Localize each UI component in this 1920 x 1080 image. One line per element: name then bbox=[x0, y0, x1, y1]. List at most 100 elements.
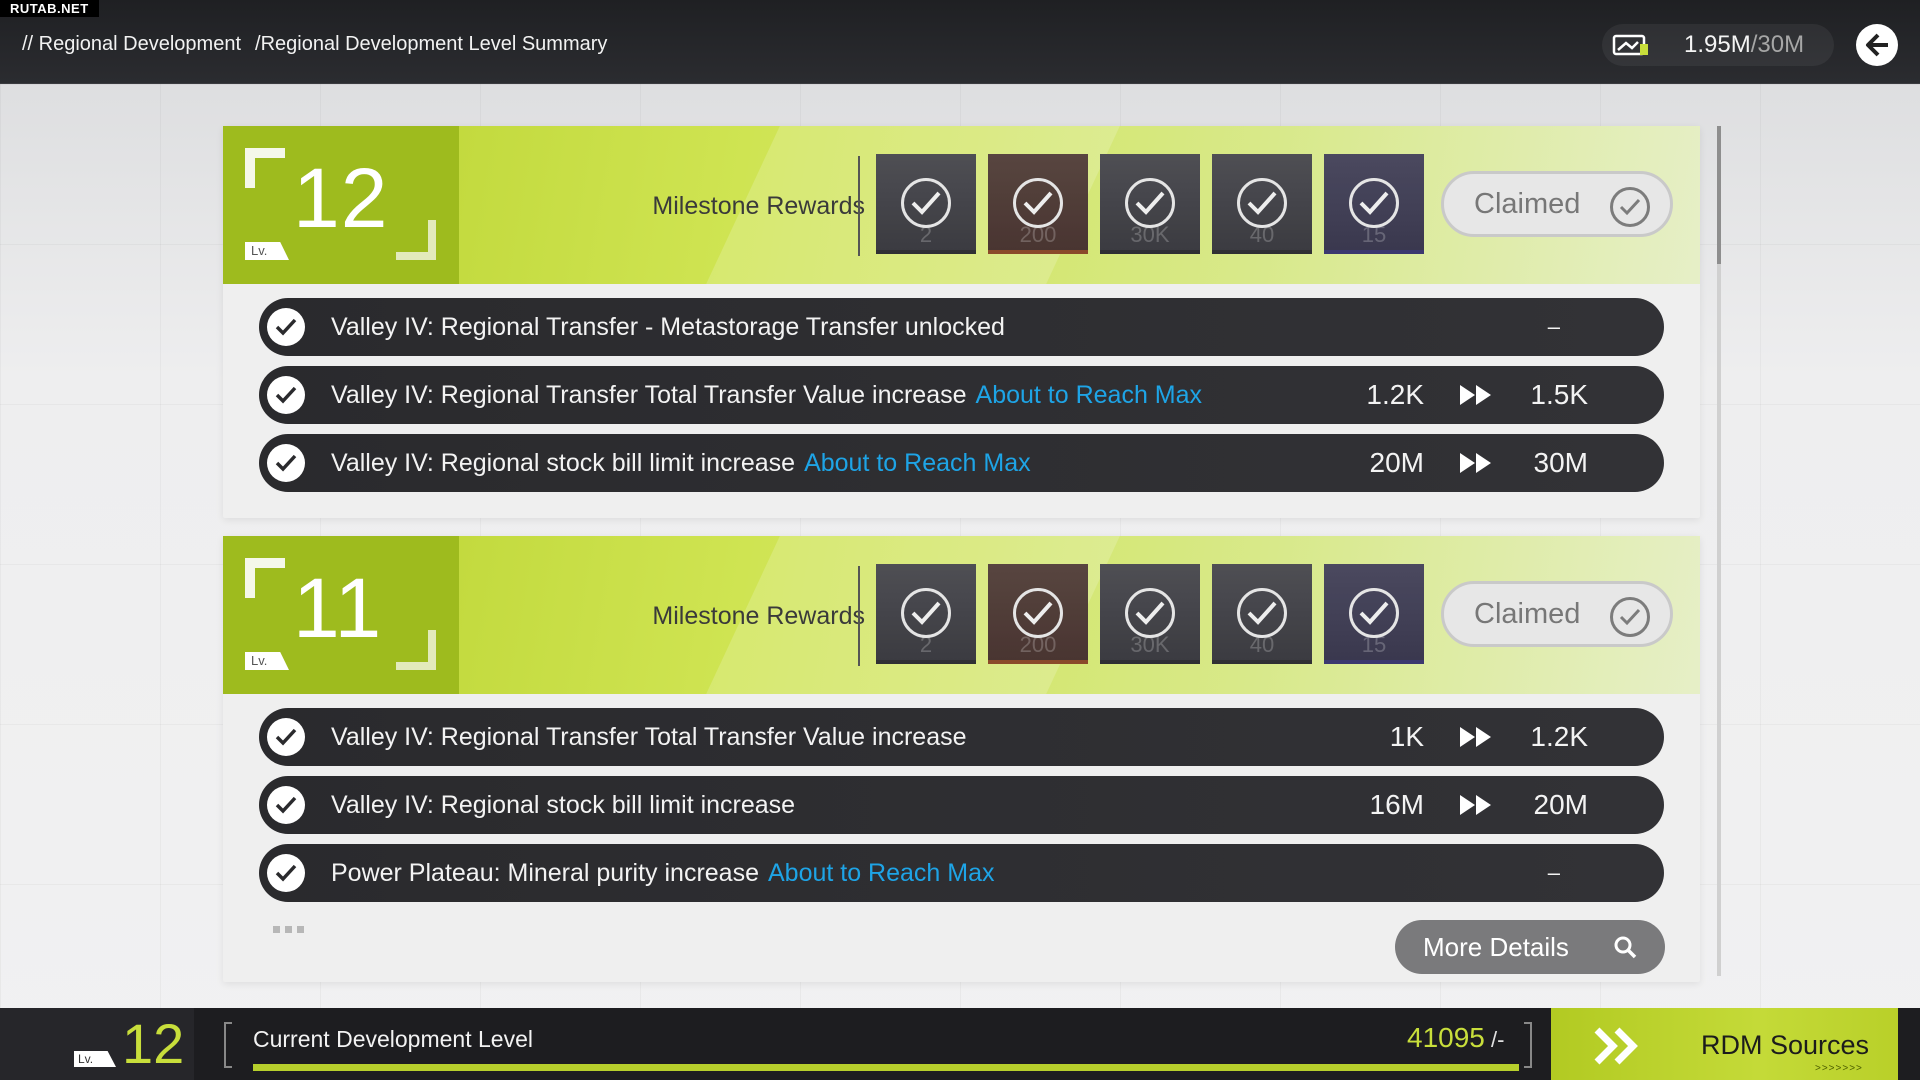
more-details-label: More Details bbox=[1423, 931, 1569, 962]
check-circle-icon bbox=[1610, 187, 1650, 227]
level-tag: Lv. bbox=[74, 1051, 116, 1067]
reward-item[interactable]: 40 bbox=[1212, 154, 1312, 254]
current-level-badge: Lv. 12 bbox=[0, 1008, 194, 1080]
stock-bill-display[interactable]: 1.95M/30M bbox=[1602, 24, 1834, 66]
bonus-to-value: 1.5K bbox=[1530, 379, 1588, 410]
breadcrumb-current: /Regional Development Level Summary bbox=[255, 33, 608, 55]
milestone-rewards: 2 200 30K 40 15 bbox=[876, 564, 1424, 664]
check-icon bbox=[267, 376, 305, 414]
max-tag: About to Reach Max bbox=[804, 448, 1031, 477]
bottom-bar: Lv. 12 Current Development Level 41095 /… bbox=[0, 1008, 1920, 1080]
bonus-from-value: 1.2K bbox=[1366, 379, 1424, 410]
reward-item[interactable]: 15 bbox=[1324, 154, 1424, 254]
milestone-rewards: 2 200 30K 40 15 bbox=[876, 154, 1424, 254]
bonus-row: Valley IV: Regional Transfer Total Trans… bbox=[259, 708, 1664, 766]
check-icon bbox=[1013, 178, 1063, 228]
check-icon bbox=[901, 178, 951, 228]
card-footer: More Details bbox=[223, 912, 1700, 988]
check-icon bbox=[1349, 588, 1399, 638]
reward-item[interactable]: 200 bbox=[988, 154, 1088, 254]
level-card-header: 12 Lv. Milestone Rewards 2 200 30K 40 15… bbox=[223, 126, 1700, 284]
fast-forward-icon bbox=[1460, 795, 1491, 815]
check-icon bbox=[267, 444, 305, 482]
level-card-11: 11 Lv. Milestone Rewards 2 200 30K 40 15… bbox=[223, 536, 1700, 982]
bonus-from-value: 16M bbox=[1369, 789, 1424, 820]
bonus-from-value: 1K bbox=[1389, 721, 1424, 752]
reward-item[interactable]: 30K bbox=[1100, 564, 1200, 664]
scrollbar-thumb[interactable] bbox=[1717, 126, 1721, 264]
development-progress-bar bbox=[253, 1064, 1519, 1071]
current-level-number: 12 bbox=[122, 1012, 185, 1075]
rdm-sources-button[interactable]: RDM Sources >>>>>>> bbox=[1551, 1008, 1898, 1080]
development-points: 41095 /- bbox=[1407, 1022, 1505, 1053]
check-icon bbox=[1237, 588, 1287, 638]
bonus-value-none: – bbox=[1547, 860, 1560, 885]
bonus-list: Valley IV: Regional Transfer - Metastora… bbox=[223, 284, 1700, 492]
bonus-to-value: 1.2K bbox=[1530, 721, 1588, 752]
bonus-text: Power Plateau: Mineral purity increase Ab… bbox=[331, 858, 995, 887]
bonus-to-value: 30M bbox=[1533, 447, 1588, 478]
check-icon bbox=[1349, 178, 1399, 228]
check-icon bbox=[1125, 588, 1175, 638]
claimed-button[interactable]: Claimed bbox=[1441, 581, 1673, 647]
reward-item[interactable]: 2 bbox=[876, 564, 976, 664]
bonus-text: Valley IV: Regional stock bill limit inc… bbox=[331, 448, 1031, 477]
breadcrumb-root[interactable]: // Regional Development bbox=[22, 33, 241, 56]
level-number: 12 bbox=[293, 151, 389, 245]
bonus-row: Valley IV: Regional stock bill limit inc… bbox=[259, 434, 1664, 492]
current-development-level-label: Current Development Level bbox=[253, 1026, 533, 1052]
bonus-from-value: 20M bbox=[1369, 447, 1424, 478]
check-icon bbox=[1237, 178, 1287, 228]
milestone-rewards-label: Milestone Rewards bbox=[652, 602, 865, 630]
stock-bill-icon bbox=[1612, 34, 1648, 56]
bonus-value-none: – bbox=[1547, 314, 1560, 339]
bonus-row: Valley IV: Regional Transfer - Metastora… bbox=[259, 298, 1664, 356]
ellipsis-icon bbox=[273, 926, 304, 933]
reward-item[interactable]: 15 bbox=[1324, 564, 1424, 664]
level-tag: Lv. bbox=[245, 242, 289, 260]
bonus-text: Valley IV: Regional stock bill limit inc… bbox=[331, 790, 796, 819]
check-icon bbox=[1125, 178, 1175, 228]
bonus-row: Valley IV: Regional stock bill limit inc… bbox=[259, 776, 1664, 834]
breadcrumb: // Regional Development /Regional Develo… bbox=[22, 33, 607, 56]
check-icon bbox=[267, 308, 305, 346]
level-card-12: 12 Lv. Milestone Rewards 2 200 30K 40 15… bbox=[223, 126, 1700, 518]
check-circle-icon bbox=[1610, 597, 1650, 637]
search-icon bbox=[1614, 936, 1637, 959]
back-button[interactable] bbox=[1856, 24, 1898, 66]
level-card-header: 11 Lv. Milestone Rewards 2 200 30K 40 15… bbox=[223, 536, 1700, 694]
fast-forward-icon bbox=[1460, 385, 1491, 405]
watermark: RUTAB.NET bbox=[0, 0, 99, 17]
claimed-button[interactable]: Claimed bbox=[1441, 171, 1673, 237]
check-icon bbox=[267, 786, 305, 824]
reward-item[interactable]: 30K bbox=[1100, 154, 1200, 254]
check-icon bbox=[901, 588, 951, 638]
top-bar: RUTAB.NET // Regional Development /Regio… bbox=[0, 0, 1920, 84]
scrollbar[interactable] bbox=[1717, 126, 1721, 976]
bonus-text: Valley IV: Regional Transfer - Metastora… bbox=[331, 312, 1005, 341]
rdm-sources-label: RDM Sources bbox=[1701, 1030, 1870, 1060]
rdm-decor-text: >>>>>>> bbox=[1815, 1063, 1863, 1074]
back-arrow-icon bbox=[1866, 33, 1888, 57]
reward-item[interactable]: 200 bbox=[988, 564, 1088, 664]
fast-forward-icon bbox=[1460, 727, 1491, 747]
bonus-to-value: 20M bbox=[1533, 789, 1588, 820]
claimed-label: Claimed bbox=[1474, 597, 1581, 630]
bonus-row: Valley IV: Regional Transfer Total Trans… bbox=[259, 366, 1664, 424]
stock-bill-value: 1.95M/30M bbox=[1684, 31, 1805, 58]
fast-forward-icon bbox=[1460, 453, 1491, 473]
check-icon bbox=[267, 718, 305, 756]
bonus-row: Power Plateau: Mineral purity increase Ab… bbox=[259, 844, 1664, 902]
claimed-label: Claimed bbox=[1474, 187, 1581, 220]
bonus-text: Valley IV: Regional Transfer Total Trans… bbox=[331, 380, 1203, 409]
max-tag: About to Reach Max bbox=[767, 858, 995, 887]
reward-item[interactable]: 2 bbox=[876, 154, 976, 254]
milestone-rewards-label: Milestone Rewards bbox=[652, 192, 865, 220]
more-details-button[interactable]: More Details bbox=[1395, 920, 1665, 974]
bonus-list: Valley IV: Regional Transfer Total Trans… bbox=[223, 694, 1700, 902]
level-tag: Lv. bbox=[245, 652, 289, 670]
double-chevron-icon bbox=[1594, 1027, 1638, 1065]
check-icon bbox=[1013, 588, 1063, 638]
reward-item[interactable]: 40 bbox=[1212, 564, 1312, 664]
check-icon bbox=[267, 854, 305, 892]
